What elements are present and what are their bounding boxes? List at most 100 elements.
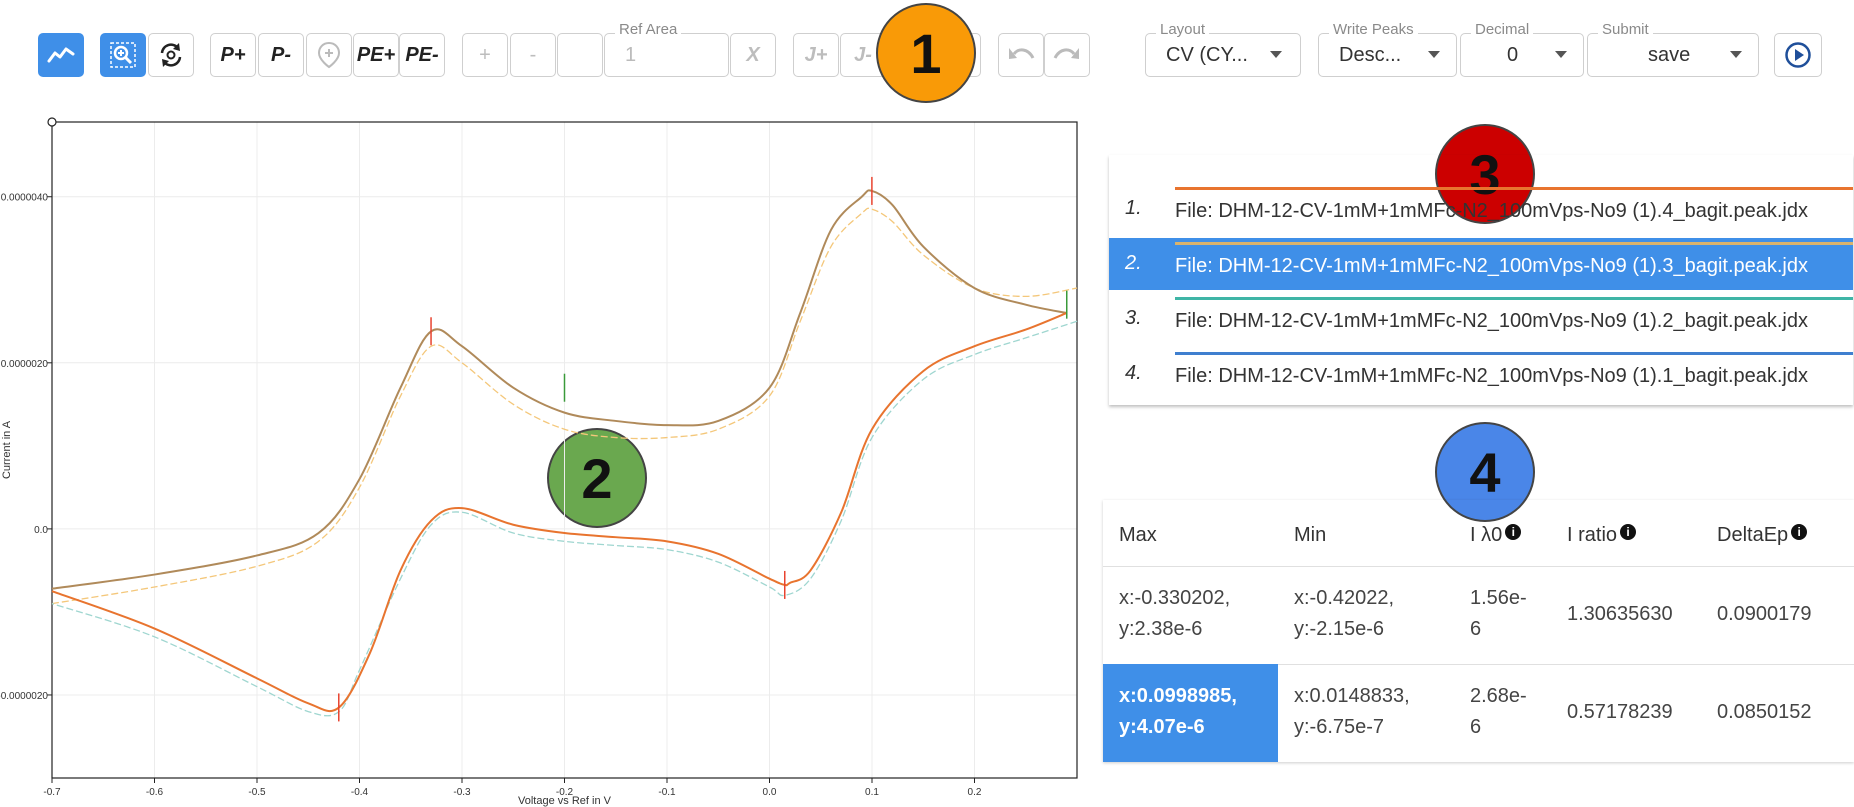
- cell-line: x:-0.330202,: [1119, 587, 1231, 609]
- file-index: 3.: [1125, 307, 1142, 329]
- cell-line: 2.68e-: [1470, 685, 1527, 707]
- ref-area-label: Ref Area: [615, 21, 682, 38]
- refresh-zoom-icon: [160, 43, 182, 67]
- undo-button[interactable]: [998, 33, 1044, 77]
- submit-value: save: [1648, 44, 1691, 66]
- cell-line: 6: [1470, 716, 1482, 738]
- cell-line: y:4.07e-6: [1119, 716, 1205, 738]
- cv-chart[interactable]: -0.7 -0.6 -0.5 -0.4 -0.3 -0.2 -0.1 0.0 0.1 0.2-0.…: [0, 100, 1090, 807]
- header-i-ratio-label: I ratio: [1567, 524, 1618, 546]
- chevron-down-icon: [1428, 51, 1440, 58]
- cell-line: 6: [1470, 618, 1482, 640]
- file-list-item[interactable]: 3. File: DHM-12-CV-1mM+1mMFc-N2_100mVps-N…: [1109, 293, 1853, 345]
- undo-icon: [1009, 48, 1035, 59]
- header-min: Min: [1294, 524, 1327, 546]
- plot-origin-handle[interactable]: [47, 117, 57, 127]
- file-list-item[interactable]: 4. File: DHM-12-CV-1mM+1mMFc-N2_100mVps-N…: [1109, 348, 1853, 400]
- zoom-button[interactable]: [100, 33, 146, 77]
- integration-tool-button[interactable]: [557, 33, 603, 77]
- write-peaks-label: Write Peaks: [1329, 21, 1418, 38]
- cell-line: 1.56e-: [1470, 587, 1527, 609]
- decimal-select[interactable]: Decimal 0: [1460, 21, 1584, 77]
- line-mode-button[interactable]: [38, 33, 84, 77]
- layout-label: Layout: [1156, 21, 1210, 38]
- add-pecker-button[interactable]: PE+: [353, 33, 399, 77]
- series-color-bar: [1175, 352, 1853, 355]
- write-peaks-value: Desc...: [1339, 44, 1402, 66]
- file-name: File: DHM-12-CV-1mM+1mMFc-N2_100mVps-No9…: [1175, 310, 1808, 332]
- redo-icon: [1053, 48, 1079, 59]
- header-i-lambda0-label: I λ0: [1470, 524, 1503, 546]
- chevron-down-icon: [1555, 51, 1567, 58]
- x-axis-label: Voltage vs Ref in V: [518, 795, 612, 807]
- info-icon[interactable]: i: [1505, 524, 1522, 540]
- remove-pecker-button[interactable]: PE-: [399, 33, 445, 77]
- table-cell-max[interactable]: x:-0.330202, y:2.38e-6: [1119, 583, 1230, 645]
- table-cell-max-selected[interactable]: x:0.0998985, y:4.07e-6: [1119, 681, 1237, 743]
- set-ref-button[interactable]: [306, 33, 352, 77]
- x-tick-label: 0.0: [763, 787, 777, 798]
- decimal-value: 0: [1507, 44, 1519, 66]
- remove-integration-button[interactable]: -: [510, 33, 556, 77]
- file-list-item[interactable]: 2. File: DHM-12-CV-1mM+1mMFc-N2_100mVps-N…: [1109, 238, 1853, 290]
- file-list-item[interactable]: 1. File: DHM-12-CV-1mM+1mMFc-N2_100mVps-N…: [1109, 183, 1853, 235]
- layout-value: CV (CY...: [1166, 44, 1248, 66]
- x-tick-label: 0.1: [865, 787, 879, 798]
- x-tick-label: -0.6: [146, 787, 164, 798]
- x-tick-label: 0.2: [968, 787, 982, 798]
- add-coupling-button[interactable]: J+: [793, 33, 839, 77]
- y-tick-label: 0.0000020: [1, 359, 49, 370]
- file-name: File: DHM-12-CV-1mM+1mMFc-N2_100mVps-No9…: [1175, 200, 1808, 222]
- cell-line: x:0.0148833,: [1294, 685, 1410, 707]
- info-icon[interactable]: i: [1620, 524, 1637, 540]
- series-color-bar: [1175, 242, 1853, 245]
- table-divider: [1103, 566, 1854, 567]
- chevron-down-icon: [1270, 51, 1282, 58]
- cell-line: y:-2.15e-6: [1294, 618, 1385, 640]
- add-integration-button[interactable]: +: [462, 33, 508, 77]
- add-peak-button[interactable]: P+: [210, 33, 256, 77]
- header-i-ratio: I ratio i: [1567, 524, 1637, 547]
- table-cell-i-lambda0: 1.56e- 6: [1470, 583, 1527, 645]
- x-tick-label: -0.4: [351, 787, 369, 798]
- reset-zoom-button[interactable]: [148, 33, 194, 77]
- cell-line: y:-6.75e-7: [1294, 716, 1385, 738]
- series-color-bar: [1175, 297, 1853, 300]
- info-icon[interactable]: i: [1791, 524, 1808, 540]
- redo-button[interactable]: [1044, 33, 1090, 77]
- y-tick-label: -0.0000020: [0, 691, 48, 702]
- series-color-bar: [1175, 187, 1853, 190]
- x-tick-label: -0.7: [43, 787, 61, 798]
- table-cell-i-ratio: 1.30635630: [1567, 603, 1673, 625]
- header-delta-ep-label: DeltaEp: [1717, 524, 1789, 546]
- y-tick-label: 0.0000040: [1, 193, 49, 204]
- table-cell-i-ratio: 0.57178239: [1567, 701, 1673, 723]
- ref-area-field[interactable]: Ref Area 1: [604, 21, 729, 77]
- decimal-label: Decimal: [1471, 21, 1534, 38]
- file-name: File: DHM-12-CV-1mM+1mMFc-N2_100mVps-No9…: [1175, 255, 1808, 277]
- write-peaks-select[interactable]: Write Peaks Desc...: [1318, 21, 1457, 77]
- ref-area-value: 1: [625, 44, 637, 66]
- submit-select[interactable]: Submit save: [1587, 21, 1759, 77]
- badge-1-label: 1: [910, 21, 942, 85]
- submit-label: Submit: [1598, 21, 1653, 38]
- remove-peak-button[interactable]: P-: [258, 33, 304, 77]
- clear-integration-button[interactable]: X: [730, 33, 776, 77]
- header-max: Max: [1119, 524, 1157, 546]
- x-tick-label: -0.3: [453, 787, 471, 798]
- file-name: File: DHM-12-CV-1mM+1mMFc-N2_100mVps-No9…: [1175, 365, 1808, 387]
- badge-1: 1: [876, 3, 976, 103]
- line-chart-icon: [47, 47, 75, 63]
- chevron-down-icon: [1730, 51, 1742, 58]
- table-cell-i-lambda0: 2.68e- 6: [1470, 681, 1527, 743]
- layout-select[interactable]: Layout CV (CY...: [1145, 21, 1301, 77]
- file-index: 4.: [1125, 362, 1142, 384]
- badge-4-label: 4: [1469, 440, 1501, 504]
- table-cell-min[interactable]: x:-0.42022, y:-2.15e-6: [1294, 583, 1394, 645]
- header-delta-ep: DeltaEp i: [1717, 524, 1808, 547]
- submit-button[interactable]: [1774, 33, 1822, 77]
- cv-series-line[interactable]: [51, 312, 1068, 713]
- location-pin-plus-icon: [317, 41, 341, 69]
- table-cell-min[interactable]: x:0.0148833, y:-6.75e-7: [1294, 681, 1410, 743]
- play-circle-icon: [1785, 42, 1811, 68]
